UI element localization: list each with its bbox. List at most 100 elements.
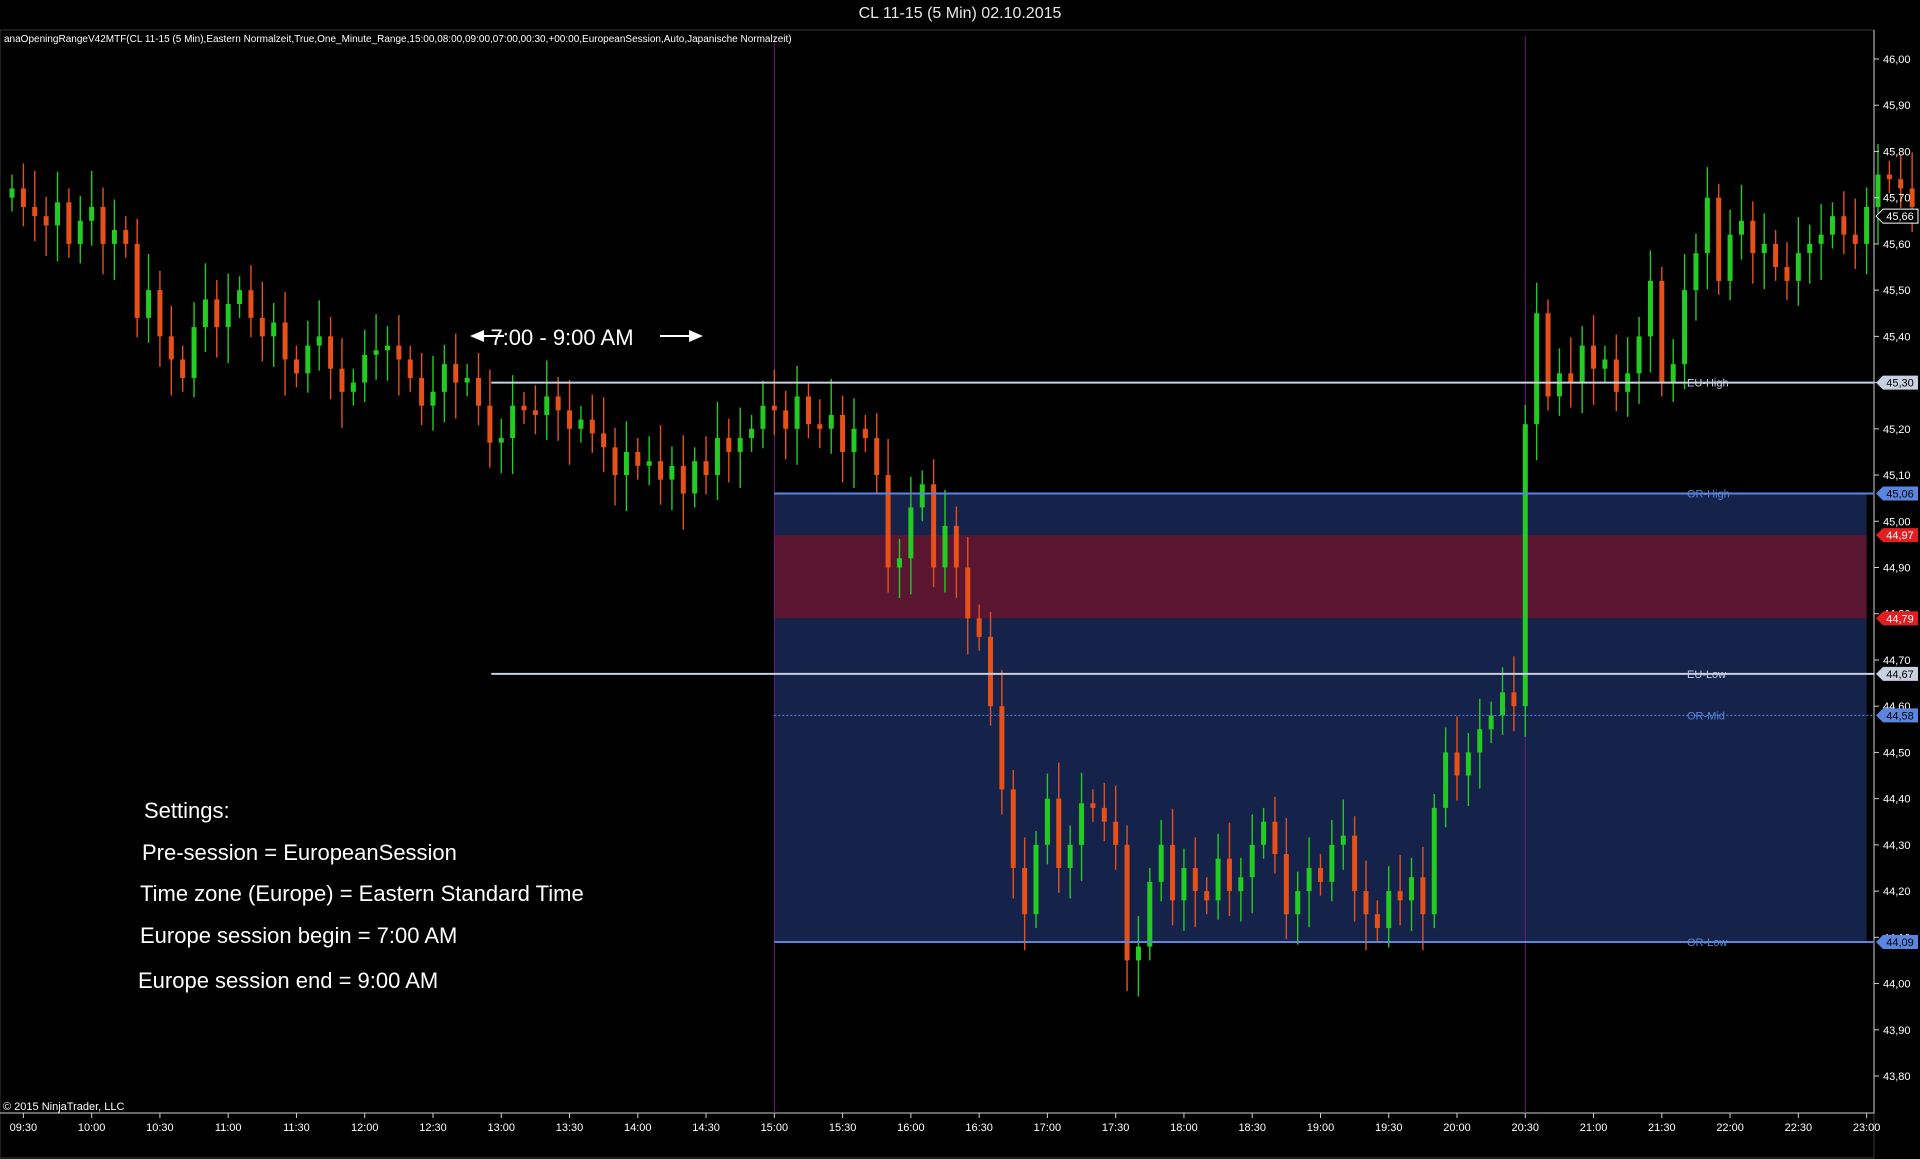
candle-body (464, 377, 470, 383)
settings-title: Settings: (144, 798, 230, 823)
candle-body (1147, 881, 1153, 947)
candle-body (1056, 798, 1062, 868)
y-tick-label: 44,30 (1883, 840, 1911, 852)
candle-body (214, 299, 220, 328)
price-tag-label: 44,67 (1886, 669, 1914, 681)
candle-body (1409, 877, 1414, 901)
candlestick-chart[interactable]: 46,00 45,90 45,80 45,70 45,60 45,50 45,40 45,30… (0, 0, 1920, 1159)
candle-body (1283, 854, 1289, 915)
candle-body (1841, 216, 1847, 235)
candle-body (760, 405, 766, 429)
x-tick-label: 13:00 (487, 1122, 515, 1134)
candle-body (1784, 267, 1790, 281)
candle-body (908, 507, 914, 559)
candle-body (1693, 253, 1699, 291)
y-tick-label: 44,40 (1883, 794, 1911, 806)
x-tick-label: 21:00 (1580, 1122, 1608, 1134)
candle-body (544, 396, 550, 415)
candle-body (589, 419, 595, 434)
y-tick-label: 44,50 (1883, 747, 1911, 759)
candle-body (248, 290, 254, 318)
candle-body (1761, 243, 1767, 254)
candle-body (111, 230, 117, 244)
candle-body (874, 438, 880, 476)
candle-body (55, 202, 61, 226)
settings-line: Time zone (Europe) = Eastern Standard Ti… (140, 881, 584, 906)
candle-body (771, 405, 777, 411)
candle-body (1420, 877, 1426, 915)
level-label: EU-High (1687, 378, 1729, 390)
candle-body (66, 202, 72, 244)
candle-body (1613, 359, 1619, 392)
y-tick-label: 45,40 (1883, 331, 1911, 343)
candle-body (1682, 290, 1688, 365)
candle-body (1090, 803, 1096, 808)
candle-body (1226, 858, 1232, 892)
candle-body (612, 447, 618, 476)
candle-body (43, 216, 49, 226)
settings-line: Europe session end = 9:00 AM (138, 968, 438, 993)
x-tick-label: 10:00 (78, 1122, 106, 1134)
indicator-label: anaOpeningRangeV42MTF(CL 11-15 (5 Min),E… (4, 34, 792, 45)
candle-body (123, 230, 129, 244)
candle-body (350, 382, 356, 392)
candle-body (476, 377, 481, 406)
candle-body (669, 465, 675, 480)
candle-body (988, 636, 994, 707)
y-tick-label: 45,60 (1883, 239, 1911, 251)
candle-body (976, 618, 982, 637)
x-tick-label: 22:30 (1785, 1122, 1813, 1134)
candle-body (1727, 234, 1733, 281)
candle-body (1022, 867, 1028, 915)
candle-body (293, 359, 299, 374)
candle-body (237, 290, 243, 305)
candle-body (1488, 715, 1494, 730)
candle-body (1374, 914, 1380, 929)
level-label: EU-Low (1687, 669, 1726, 681)
candle-body (271, 322, 277, 337)
candle-body (885, 475, 891, 568)
candle-body (862, 428, 868, 439)
x-tick-label: 20:30 (1512, 1122, 1540, 1134)
candle-body (32, 206, 38, 217)
candle-body (180, 359, 186, 378)
candle-body (168, 336, 174, 360)
x-tick-label: 20:00 (1443, 1122, 1471, 1134)
x-tick-label: 18:00 (1170, 1122, 1198, 1134)
candle-body (305, 345, 311, 374)
candle-body (407, 359, 413, 378)
price-tag-label: 45,30 (1886, 378, 1914, 390)
y-tick-label: 43,90 (1883, 1025, 1911, 1037)
y-tick-label: 45,70 (1883, 193, 1911, 205)
y-tick-label: 45,80 (1883, 146, 1911, 158)
candle-body (157, 290, 163, 337)
y-tick-label: 45,20 (1883, 424, 1911, 436)
candle-body (1750, 220, 1756, 254)
settings-line: Europe session begin = 7:00 AM (140, 923, 457, 948)
candle-body (1898, 179, 1904, 189)
candle-body (1670, 364, 1676, 383)
candle-body (567, 410, 573, 429)
candle-body (1431, 807, 1437, 915)
candle-body (1579, 345, 1585, 383)
candle-body (1010, 789, 1016, 868)
candle-body (1716, 197, 1722, 281)
candle-body (1454, 752, 1460, 776)
range-label: 7:00 - 9:00 AM (490, 325, 633, 350)
candle-body (419, 377, 425, 406)
x-tick-label: 15:00 (761, 1122, 789, 1134)
x-tick-label: 14:30 (692, 1122, 720, 1134)
candle-body (1033, 844, 1039, 915)
copyright: © 2015 NinjaTrader, LLC (3, 1101, 124, 1113)
y-tick-label: 44,90 (1883, 563, 1911, 575)
level-label: OR-Mid (1687, 710, 1725, 722)
candle-body (817, 424, 823, 429)
candle-body (703, 461, 709, 476)
candle-body (1795, 253, 1801, 281)
level-label: OR-Low (1687, 937, 1727, 949)
x-tick-label: 19:00 (1307, 1122, 1335, 1134)
candle-body (896, 558, 902, 568)
x-tick-label: 13:30 (556, 1122, 584, 1134)
candle-body (1864, 206, 1870, 244)
candle-body (487, 405, 493, 443)
